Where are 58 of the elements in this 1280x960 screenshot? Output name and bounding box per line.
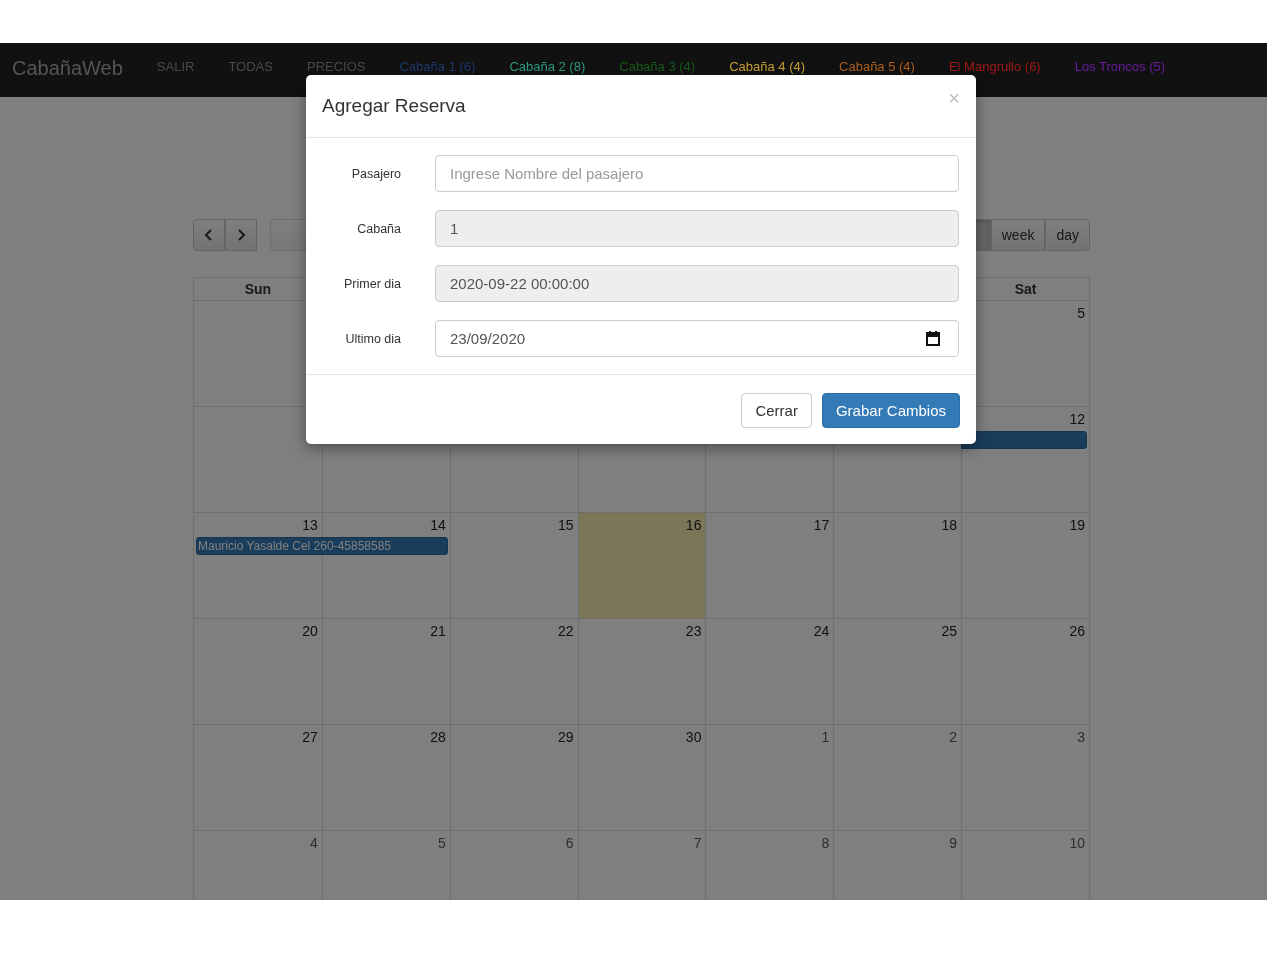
calendar-icon (926, 331, 940, 346)
day-number: 17 (813, 517, 830, 533)
day-number: 23 (685, 623, 702, 639)
view-button[interactable]: week (990, 219, 1046, 251)
day-number: 9 (949, 835, 958, 851)
day-number: 5 (437, 835, 446, 851)
nav-link[interactable]: Cabaña 5 (4) (839, 60, 915, 74)
day-number: 6 (565, 835, 574, 851)
modal-title: Agregar Reserva (322, 95, 466, 117)
nav-link[interactable]: SALIR (156, 60, 195, 74)
day-number: 14 (430, 517, 446, 533)
day-number: 13 (302, 517, 318, 533)
day-number: 16 (685, 517, 702, 533)
day-number: 12 (1069, 411, 1085, 427)
field-label: Pasajero (350, 166, 401, 181)
day-number: 4 (310, 835, 318, 851)
day-number: 28 (430, 729, 446, 745)
day-number: 8 (821, 835, 830, 851)
day-number: 30 (685, 729, 702, 745)
day-number: 19 (1069, 517, 1085, 533)
brand-link[interactable]: CabañaWeb (12, 57, 123, 79)
field-label: Ultimo dia (344, 331, 401, 346)
day-number: 2 (949, 729, 958, 745)
close-button[interactable]: Cerrar (741, 393, 812, 428)
nav-link[interactable]: TODAS (228, 60, 273, 74)
nav-link[interactable]: Cabaña 3 (4) (619, 60, 696, 74)
day-number: 10 (1069, 835, 1085, 851)
field-label: Primer dia (343, 276, 401, 291)
nav-link[interactable]: Cabaña 2 (8) (509, 60, 586, 74)
day-number: 21 (430, 623, 446, 639)
day-number: 7 (693, 835, 702, 851)
day-number: 5 (1077, 305, 1085, 321)
nav-link[interactable]: El Mangrullo (6) (948, 60, 1041, 74)
chevron-right-icon (236, 229, 246, 241)
next-button[interactable] (225, 219, 257, 251)
day-number: 26 (1069, 623, 1085, 639)
event-bar[interactable] (961, 431, 1087, 449)
day-number: 3 (1077, 729, 1085, 745)
previous-button[interactable] (193, 219, 225, 251)
nav-link[interactable]: Cabaña 4 (4) (729, 60, 806, 74)
chevron-left-icon (204, 229, 214, 241)
save-button[interactable]: Grabar Cambios (821, 393, 960, 428)
input-field[interactable]: Ingrese Nombre del pasajero (435, 155, 959, 192)
day-number: 15 (558, 517, 574, 533)
field-label: Cabaña (356, 221, 401, 236)
day-number: 20 (302, 623, 318, 639)
day-number: 25 (941, 623, 958, 639)
day-number: 29 (558, 729, 574, 745)
view-button[interactable]: day (1045, 219, 1090, 251)
day-number: 18 (941, 517, 958, 533)
nav-link[interactable]: PRECIOS (306, 60, 366, 74)
day-number: 24 (813, 623, 830, 639)
date-field[interactable]: 23/09/2020 (435, 320, 959, 357)
weekday-header: Sun (243, 280, 273, 299)
day-number: 22 (558, 623, 574, 639)
day-number: 27 (302, 729, 318, 745)
day-number: 1 (821, 729, 830, 745)
event-bar[interactable]: Mauricio Yasalde Cel 260-45858585 (196, 537, 448, 555)
